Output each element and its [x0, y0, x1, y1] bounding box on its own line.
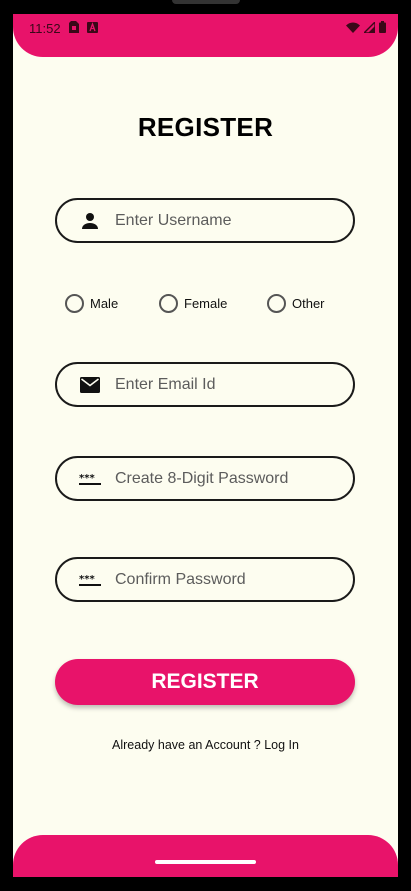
- battery-icon: [379, 20, 386, 36]
- person-icon: [79, 210, 101, 232]
- top-header-bar: 11:52: [13, 14, 398, 57]
- cell-signal-icon: [362, 19, 376, 36]
- gender-label-other: Other: [292, 295, 325, 311]
- confirm-password-input[interactable]: [115, 570, 335, 589]
- radio-button-other[interactable]: [267, 293, 286, 313]
- app-screen: 11:52 REGISTER Enter Username Male Femal…: [13, 14, 398, 877]
- confirm-password-field[interactable]: ***: [55, 557, 355, 602]
- gender-option-male[interactable]: Male: [65, 293, 159, 313]
- wifi-icon: [346, 21, 360, 36]
- gender-option-other[interactable]: Other: [267, 293, 325, 313]
- radio-button-male[interactable]: [65, 293, 84, 313]
- gender-label-female: Female: [184, 295, 228, 311]
- password-input[interactable]: [115, 469, 335, 488]
- svg-text:***: ***: [79, 473, 95, 484]
- username-input[interactable]: [115, 211, 335, 230]
- username-field[interactable]: [55, 198, 355, 243]
- gender-radio-group: Male Female Other: [65, 293, 325, 313]
- notification-a-icon: [86, 21, 98, 36]
- login-prompt: Already have an Account ? Log In: [13, 738, 398, 752]
- gender-option-female[interactable]: Female: [159, 293, 267, 313]
- email-input[interactable]: [115, 375, 335, 394]
- status-time: 11:52: [29, 20, 61, 36]
- bottom-bar: [13, 835, 398, 877]
- svg-text:***: ***: [79, 574, 95, 585]
- sim-card-icon: [68, 20, 79, 36]
- email-field[interactable]: [55, 362, 355, 407]
- register-button[interactable]: REGISTER: [55, 659, 355, 705]
- login-prompt-text: Already have an Account ?: [112, 738, 265, 752]
- radio-button-female[interactable]: [159, 293, 178, 313]
- gender-label-male: Male: [90, 295, 119, 311]
- password-field[interactable]: ***: [55, 456, 355, 501]
- mail-icon: [79, 374, 101, 396]
- status-bar: 11:52: [13, 14, 398, 42]
- page-title: REGISTER: [137, 112, 274, 142]
- password-dots-icon: ***: [79, 468, 101, 490]
- camera-notch: [172, 0, 240, 4]
- password-dots-icon: ***: [79, 569, 101, 591]
- login-link[interactable]: Log In: [264, 738, 299, 752]
- home-indicator[interactable]: [155, 860, 256, 864]
